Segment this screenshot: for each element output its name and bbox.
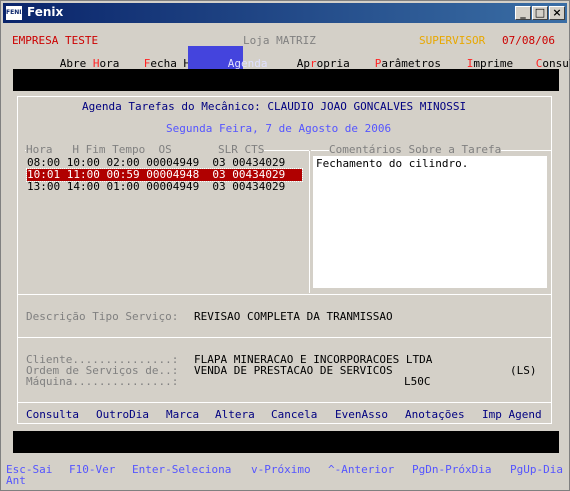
marca-button[interactable]: Marca [166,409,199,421]
window-title: Fenix [27,5,64,19]
list-divider [309,151,310,293]
cancela-button[interactable]: Cancela [271,409,317,421]
service-value: REVISAO COMPLETA DA TRANMISSAO [194,310,393,323]
comment-box[interactable]: Fechamento do cilindro. [313,156,547,288]
key-enter[interactable]: Enter-Seleciona [132,464,231,476]
agenda-date: Segunda Feira, 7 de Agosto de 2006 [166,122,392,135]
separator-line [17,294,552,295]
key-pgup[interactable]: PgUp-Dia [510,464,563,476]
imp-agend-button[interactable]: Imp Agend [482,409,542,421]
top-status-bar [13,69,559,91]
machine-value: L50C [404,375,431,388]
key-f10[interactable]: F10-Ver [69,464,115,476]
key-up[interactable]: ^-Anterior [328,464,394,476]
list-column-headers: Hora H Fim Tempo OS SLR CTS [26,143,265,156]
agenda-heading: Agenda Tarefas do Mecânico: CLAUDIO JOAO… [82,100,467,113]
app-window: FENIX Fenix _ □ × EMPRESA TESTE Loja MAT… [0,0,570,491]
separator-line [17,337,552,338]
order-value: VENDA DE PRESTACAO DE SERVICOS [194,364,393,377]
key-pgdn[interactable]: PgDn-PróxDia [412,464,491,476]
key-wrap: Ant [6,474,26,487]
comments-header: Comentários Sobre a Tarefa [329,143,502,156]
terminal-area: EMPRESA TESTE Loja MATRIZ SUPERVISOR 07/… [3,25,570,490]
bottom-status-bar [13,431,559,453]
service-label: Descrição Tipo Serviço: [26,310,179,323]
even-asso-button[interactable]: EvenAsso [335,409,388,421]
title-bar[interactable]: FENIX Fenix _ □ × [3,3,567,23]
anotacoes-button[interactable]: Anotações [405,409,465,421]
close-button[interactable]: × [549,6,565,20]
consulta-button[interactable]: Consulta [26,409,79,421]
app-logo-icon: FENIX [6,6,26,20]
table-row[interactable]: 13:00 14:00 01:00 00004949 03 00434029 [27,181,302,193]
machine-label: Máquina...............: [26,375,179,388]
key-down[interactable]: v-Próximo [251,464,311,476]
separator-line [17,402,552,403]
outro-dia-button[interactable]: OutroDia [96,409,149,421]
comment-text: Fechamento do cilindro. [316,157,469,170]
minimize-button[interactable]: _ [515,6,531,20]
maximize-button[interactable]: □ [532,6,548,20]
altera-button[interactable]: Altera [215,409,255,421]
order-code: (LS) [510,364,537,377]
